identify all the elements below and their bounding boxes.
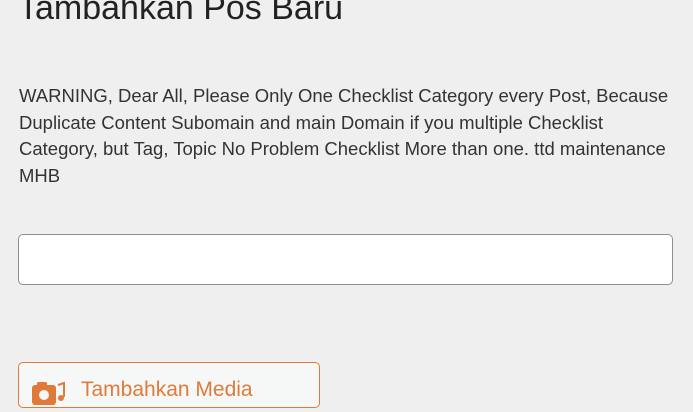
add-media-button[interactable]: Tambahkan Media <box>18 362 320 408</box>
add-media-icon <box>31 381 65 407</box>
add-media-label: Tambahkan Media <box>81 378 253 401</box>
post-title-input[interactable] <box>18 234 673 285</box>
page-title: Tambahkan Pos Baru <box>18 0 344 27</box>
warning-notice: WARNING, Dear All, Please Only One Check… <box>19 85 669 186</box>
